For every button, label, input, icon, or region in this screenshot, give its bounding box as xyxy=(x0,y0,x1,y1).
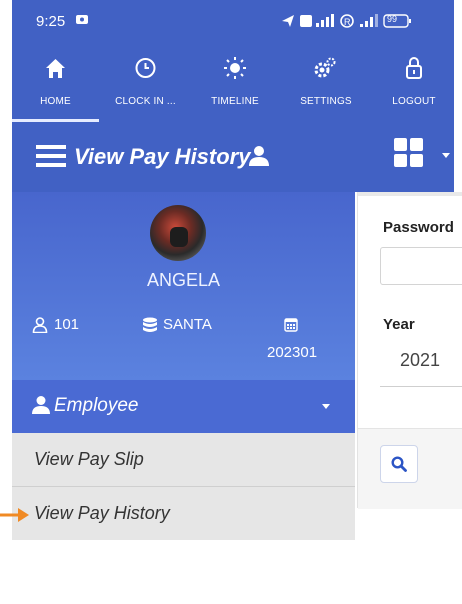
pay-period: 202301 xyxy=(267,344,318,361)
year-select[interactable]: 2021 xyxy=(400,350,440,371)
sidebar-section-employee[interactable]: Employee xyxy=(12,380,355,433)
sidebar-item-label: View Pay History xyxy=(34,503,170,523)
nav-settings[interactable]: SETTINGS xyxy=(278,44,374,122)
password-field[interactable] xyxy=(380,247,462,285)
timeline-icon xyxy=(224,57,246,79)
card-top-border xyxy=(358,192,462,196)
sidebar-section-label: Employee xyxy=(54,395,139,416)
avatar xyxy=(150,205,206,261)
nav-home-label: HOME xyxy=(40,96,71,107)
nav-clock-in-label: CLOCK IN ... xyxy=(115,96,176,107)
page-title: View Pay History xyxy=(74,144,251,169)
nav-logout[interactable]: LOGOUT xyxy=(374,44,454,122)
page-header: View Pay History xyxy=(12,122,454,192)
nav-clock-in[interactable]: CLOCK IN ... xyxy=(99,44,192,122)
calendar-icon xyxy=(284,318,298,332)
status-icons: R xyxy=(282,14,411,28)
store-name: SANTA xyxy=(163,316,212,333)
search-button[interactable] xyxy=(380,445,418,483)
notification-icon xyxy=(76,15,88,24)
hamburger-menu-icon[interactable] xyxy=(36,144,66,168)
sidebar-item-label: View Pay Slip xyxy=(34,449,144,469)
top-nav: HOME CLOCK IN ... TIMELINE SETTINGS LOGO… xyxy=(12,44,454,122)
lock-icon xyxy=(406,57,422,79)
search-icon xyxy=(391,456,407,472)
arrow-pointer-icon xyxy=(0,508,29,522)
nav-home[interactable]: HOME xyxy=(12,44,99,122)
chevron-down-icon xyxy=(322,404,330,409)
gear-icon xyxy=(314,57,336,78)
nav-timeline-label: TIMELINE xyxy=(211,96,259,107)
chevron-down-icon[interactable] xyxy=(442,153,450,158)
nav-logout-label: LOGOUT xyxy=(392,96,436,107)
sidebar-item-view-pay-history[interactable]: View Pay History xyxy=(12,487,355,540)
grid-menu-icon[interactable] xyxy=(394,138,424,168)
employee-id: 101 xyxy=(54,316,80,333)
sidebar-item-view-pay-slip[interactable]: View Pay Slip xyxy=(12,433,355,487)
profile-card: ANGELA 101 SANTA 202301 xyxy=(12,192,355,380)
user-icon xyxy=(249,146,269,166)
status-bar: 9:25 R 99 xyxy=(12,0,454,44)
user-icon xyxy=(32,396,50,414)
profile-name: ANGELA xyxy=(146,270,221,290)
svg-text:R: R xyxy=(344,17,351,27)
home-icon xyxy=(46,59,65,78)
year-label: Year xyxy=(383,316,415,333)
clock-icon xyxy=(135,58,156,78)
database-icon xyxy=(143,317,157,332)
nav-settings-label: SETTINGS xyxy=(300,96,352,107)
search-form-card: Password Year 2021 xyxy=(357,192,462,509)
year-underline xyxy=(380,386,462,387)
battery-level: 99 xyxy=(387,14,398,24)
password-label: Password xyxy=(383,219,454,236)
user-outline-icon xyxy=(32,317,48,333)
nav-timeline[interactable]: TIMELINE xyxy=(192,44,278,122)
status-time: 9:25 xyxy=(36,13,66,30)
